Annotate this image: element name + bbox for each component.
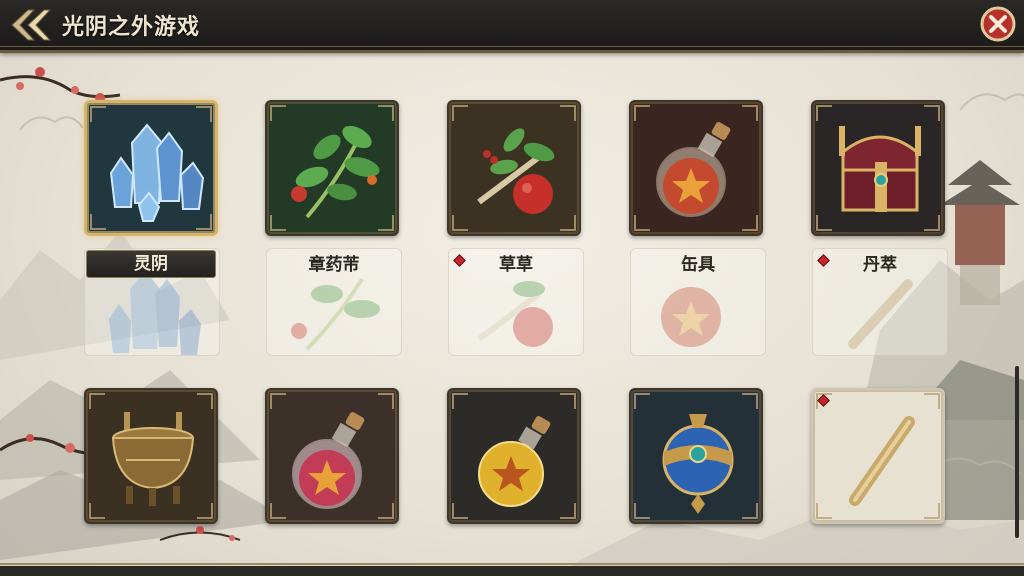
close-button[interactable] [980,6,1016,42]
item-card-red-potion[interactable] [629,100,763,236]
double-chevron-left-icon [11,9,52,41]
top-bar: 光阴之外游戏 [0,0,1024,53]
item-card-pink-potion[interactable] [265,388,399,524]
item-card-bone-scroll[interactable] [811,388,945,524]
item-card-herb-fruit[interactable] [447,100,581,236]
item-card-bronze-cauldron[interactable] [84,388,218,524]
header-divider [0,46,1024,47]
scrollbar[interactable] [1015,366,1019,538]
item-label-herb-fruit: 草草 [499,255,533,275]
close-icon [980,6,1016,42]
item-card-blue-amulet[interactable] [629,388,763,524]
item-card-treasure-chest[interactable] [811,100,945,236]
item-label-red-potion: 缶具 [681,255,715,275]
back-button[interactable] [6,6,54,44]
item-label-treasure-chest: 丹萃 [863,255,897,275]
item-card-crystal[interactable] [84,100,218,236]
item-label-crystal: 灵阴 [86,250,216,278]
item-label-herb-branch: 章药芾 [308,255,360,275]
page-title: 光阴之外游戏 [62,14,201,40]
item-card-gold-potion[interactable] [447,388,581,524]
item-card-herb-branch[interactable] [265,100,399,236]
